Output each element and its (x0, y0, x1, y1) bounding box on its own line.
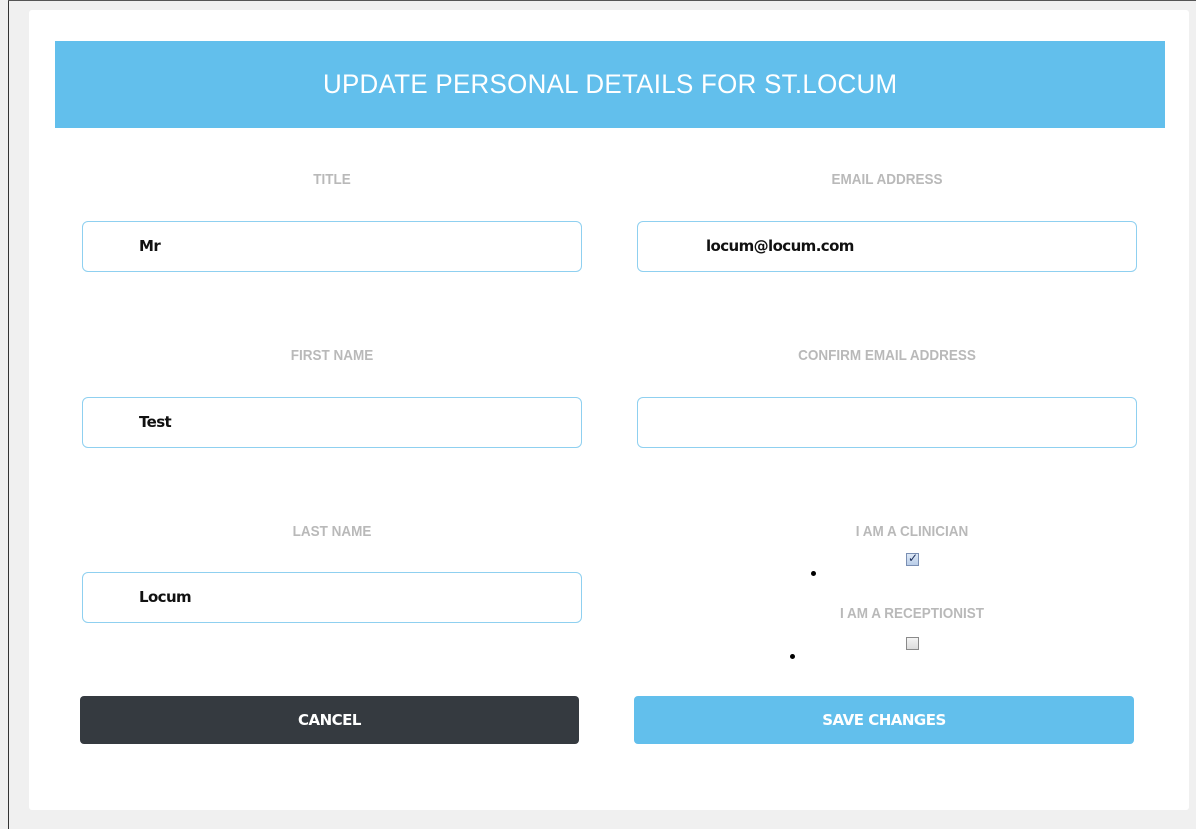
receptionist-checkbox[interactable] (906, 637, 919, 650)
window-border-left (8, 0, 9, 829)
bullet-icon (790, 654, 795, 659)
title-field[interactable]: Mr (82, 221, 582, 272)
page-title: UPDATE PERSONAL DETAILS FOR ST.LOCUM (322, 69, 898, 99)
first-name-label: FIRST NAME (290, 347, 374, 364)
title-label: TITLE (313, 171, 351, 188)
bullet-icon (811, 571, 816, 576)
email-value: locum@locum.com (706, 237, 854, 255)
save-changes-button[interactable]: SAVE CHANGES (634, 696, 1134, 744)
form-header: UPDATE PERSONAL DETAILS FOR ST.LOCUM (55, 41, 1165, 128)
form-card: UPDATE PERSONAL DETAILS FOR ST.LOCUM TIT… (29, 10, 1189, 810)
last-name-label: LAST NAME (292, 523, 372, 540)
check-icon: ✓ (908, 551, 919, 565)
confirm-email-label: CONFIRM EMAIL ADDRESS (798, 347, 976, 364)
cancel-button[interactable]: CANCEL (80, 696, 579, 744)
clinician-checkbox[interactable]: ✓ (906, 551, 919, 566)
confirm-email-field[interactable] (637, 397, 1137, 448)
receptionist-label: I AM A RECEPTIONIST (839, 605, 984, 622)
last-name-field[interactable]: Locum (82, 572, 582, 623)
first-name-field[interactable]: Test (82, 397, 582, 448)
first-name-value: Test (139, 413, 172, 431)
email-label: EMAIL ADDRESS (831, 171, 943, 188)
email-field[interactable]: locum@locum.com (637, 221, 1137, 272)
last-name-value: Locum (139, 588, 192, 606)
window-border-top (8, 0, 1196, 1)
title-value: Mr (139, 237, 161, 255)
clinician-label: I AM A CLINICIAN (855, 523, 969, 540)
